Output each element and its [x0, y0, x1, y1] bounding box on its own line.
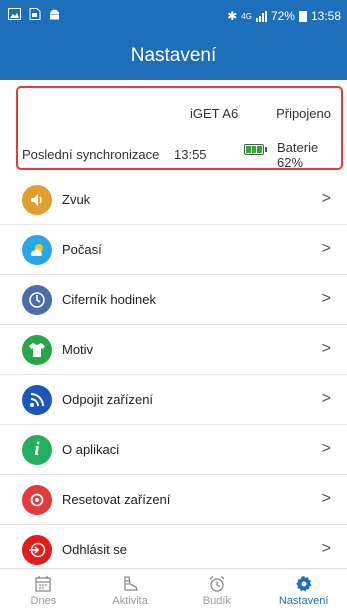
settings-item-sound[interactable]: Zvuk >: [0, 175, 347, 225]
sync-time: 13:55: [174, 147, 207, 162]
shoe-icon: [121, 575, 139, 593]
chevron-right-icon: >: [321, 240, 331, 257]
settings-item-reset[interactable]: Resetovat zařízení >: [0, 475, 347, 525]
page-title: Nastavení: [130, 45, 217, 66]
chevron-right-icon: >: [321, 340, 331, 357]
chevron-right-icon: >: [321, 440, 331, 457]
signal-icon: [255, 10, 267, 22]
info-icon: i: [22, 435, 52, 465]
nav-alarm[interactable]: Budík: [174, 569, 261, 611]
chevron-right-icon: >: [321, 290, 331, 307]
settings-item-disconnect[interactable]: Odpojit zařízení >: [0, 375, 347, 425]
device-name: iGET A6: [190, 106, 239, 121]
settings-item-label: Odhlásit se: [62, 542, 128, 557]
chevron-right-icon: >: [321, 390, 331, 407]
settings-item-label: Motiv: [62, 342, 94, 357]
settings-item-about[interactable]: i O aplikaci >: [0, 425, 347, 475]
nav-label: Dnes: [30, 595, 57, 607]
battery-icon: [298, 10, 307, 22]
nav-label: Aktivita: [112, 595, 148, 607]
sync-label: Poslední synchronizace: [22, 147, 160, 162]
bottom-nav: Dnes Aktivita Budík Nastavení: [0, 568, 347, 611]
battery-percent: 72%: [270, 9, 295, 23]
connection-status: Připojeno: [276, 106, 331, 121]
logout-icon: [22, 535, 52, 565]
sim-icon: [29, 8, 41, 20]
settings-item-label: O aplikaci: [62, 442, 120, 457]
nav-activity[interactable]: Aktivita: [87, 569, 174, 611]
battery-label: Baterie 62%: [277, 140, 319, 170]
battery-icon: [244, 144, 267, 155]
weather-icon: [22, 235, 52, 265]
reset-icon: [22, 485, 52, 515]
nav-today[interactable]: Dnes: [0, 569, 87, 611]
settings-item-weather[interactable]: Počasí >: [0, 225, 347, 275]
bluetooth-icon: ✱: [227, 9, 238, 23]
settings-item-label: Zvuk: [62, 192, 91, 207]
gear-icon: [295, 575, 313, 593]
settings-item-label: Resetovat zařízení: [62, 492, 171, 507]
app-bar: Nastavení: [0, 32, 347, 80]
shirt-icon: [22, 335, 52, 365]
status-bar: ✱ 4G 72% 13:58: [0, 0, 347, 32]
settings-item-label: Počasí: [62, 242, 102, 257]
signal-wave-icon: [22, 385, 52, 415]
clock-icon: [22, 285, 52, 315]
chevron-right-icon: >: [321, 540, 331, 557]
settings-item-label: Odpojit zařízení: [62, 392, 154, 407]
image-icon: [8, 8, 21, 20]
device-card: iGET A6 Připojeno Poslední synchronizace…: [16, 86, 343, 170]
chevron-right-icon: >: [321, 190, 331, 207]
alarm-clock-icon: [208, 575, 226, 593]
android-icon: [50, 9, 59, 20]
speaker-icon: [22, 185, 52, 215]
nav-label: Nastavení: [278, 595, 329, 607]
settings-item-theme[interactable]: Motiv >: [0, 325, 347, 375]
clock-time: 13:58: [310, 9, 341, 23]
chevron-right-icon: >: [321, 490, 331, 507]
calendar-icon: [34, 575, 52, 593]
nav-label: Budík: [202, 595, 231, 607]
nav-settings[interactable]: Nastavení: [260, 569, 347, 611]
settings-list: Zvuk > Počasí > Ciferník hodinek > Motiv…: [0, 175, 347, 575]
settings-item-watch-face[interactable]: Ciferník hodinek >: [0, 275, 347, 325]
network-type: 4G: [241, 11, 252, 21]
settings-item-label: Ciferník hodinek: [62, 292, 156, 307]
